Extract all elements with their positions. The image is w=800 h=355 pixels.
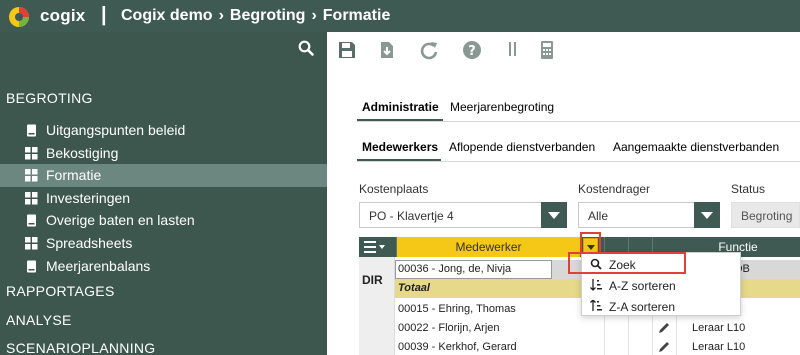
table-row[interactable]: 00039 - Kerkhof, Gerard Leraar L10 xyxy=(395,338,800,355)
breadcrumb-item[interactable]: Begroting xyxy=(230,7,306,25)
top-bar: cogix | Cogix demo › Begroting › Formatie xyxy=(0,0,800,32)
breadcrumb-arrow: › xyxy=(311,7,317,24)
grid-icon xyxy=(25,237,38,250)
sidebar-section-rapportages[interactable]: RAPPORTAGES xyxy=(6,283,115,299)
kostendrager-select[interactable]: Alle xyxy=(578,202,720,228)
sidebar-section-begroting[interactable]: BEGROTING xyxy=(6,90,93,106)
sidebar-item-label: Investeringen xyxy=(46,190,131,206)
breadcrumb-item-current: Formatie xyxy=(322,7,391,24)
title-separator: | xyxy=(101,4,107,26)
book-icon xyxy=(27,124,36,137)
sidebar-item-label: Bekostiging xyxy=(46,145,119,161)
table-row[interactable]: 00022 - Florijn, Arjen Leraar L10 xyxy=(395,319,800,338)
functie-value: Leraar L10 xyxy=(692,322,746,334)
split-icon[interactable] xyxy=(503,40,523,60)
kostenplaats-select[interactable]: PO - Klavertje 4 xyxy=(359,202,567,228)
sidebar-item-bekostiging[interactable]: Bekostiging xyxy=(0,142,327,165)
tab-administratie[interactable]: Administratie xyxy=(362,100,439,114)
tab-divider xyxy=(357,161,800,162)
medewerker-name: 00036 - Jong, de, Nivja xyxy=(398,263,512,275)
refresh-icon[interactable] xyxy=(419,40,439,60)
sidebar-item-formatie[interactable]: Formatie xyxy=(0,164,327,187)
group-label: DIR xyxy=(362,273,383,287)
chevron-down-icon[interactable] xyxy=(541,202,567,228)
menu-item-label: Z-A sorteren xyxy=(609,300,676,314)
sidebar-item-investeringen[interactable]: Investeringen xyxy=(0,187,327,210)
medewerker-name: 00039 - Kerkhof, Gerard xyxy=(398,341,517,353)
help-icon[interactable]: ? xyxy=(462,40,482,60)
status-label: Status xyxy=(731,182,766,196)
sidebar-section-scenarioplanning[interactable]: SCENARIOPLANNING xyxy=(6,340,156,355)
download-icon[interactable] xyxy=(377,40,397,60)
breadcrumb: Cogix demo › Begroting › Formatie xyxy=(121,7,390,25)
medewerker-cell[interactable]: 00036 - Jong, de, Nivja xyxy=(395,260,552,279)
kostendrager-value: Alle xyxy=(588,209,609,223)
sort-desc-icon xyxy=(590,300,602,311)
status-value: Begroting xyxy=(741,209,793,223)
sidebar: BEGROTING Uitgangspunten beleid Bekostig… xyxy=(0,32,327,355)
book-icon xyxy=(27,214,36,227)
group-column: DIR xyxy=(359,257,395,355)
kostendrager-label: Kostendrager xyxy=(578,182,651,196)
pencil-icon[interactable] xyxy=(658,341,670,353)
sidebar-section-analyse[interactable]: ANALYSE xyxy=(6,312,72,328)
tab-meerjarenbegroting[interactable]: Meerjarenbegroting xyxy=(450,100,554,114)
sidebar-item-uitgangspunten[interactable]: Uitgangspunten beleid xyxy=(0,119,327,142)
kostenplaats-value: PO - Klavertje 4 xyxy=(369,209,454,223)
pencil-icon[interactable] xyxy=(658,322,670,334)
menu-item-label: A-Z sorteren xyxy=(609,279,676,293)
app-logo-text: cogix xyxy=(40,6,86,25)
sidebar-item-label: Formatie xyxy=(46,167,102,183)
svg-text:?: ? xyxy=(468,44,476,59)
tab-divider xyxy=(357,121,800,122)
grid-icon xyxy=(25,147,38,160)
calculator-icon[interactable] xyxy=(537,40,557,60)
cogix-logo-icon xyxy=(9,7,29,27)
menu-item-sort-desc[interactable]: Z-A sorteren xyxy=(582,296,740,317)
tab-aflopende-dienstverbanden[interactable]: Aflopende dienstverbanden xyxy=(449,140,595,154)
tab-medewerkers[interactable]: Medewerkers xyxy=(362,140,438,154)
medewerker-name: 00022 - Florijn, Arjen xyxy=(398,322,500,334)
search-icon[interactable] xyxy=(298,40,314,56)
tab-aangemaakte-dienstverbanden[interactable]: Aangemaakte dienstverbanden xyxy=(613,140,779,154)
column-menu-button[interactable] xyxy=(359,237,395,257)
highlight-box xyxy=(568,252,686,274)
breadcrumb-arrow: › xyxy=(218,7,224,24)
save-icon[interactable] xyxy=(337,40,357,60)
menu-icon xyxy=(364,241,385,253)
sidebar-item-spreadsheets[interactable]: Spreadsheets xyxy=(0,232,327,255)
sidebar-item-label: Overige baten en lasten xyxy=(46,212,195,228)
chevron-down-icon[interactable] xyxy=(694,202,720,228)
kostenplaats-label: Kostenplaats xyxy=(359,182,429,196)
grid-icon xyxy=(25,169,38,182)
book-icon xyxy=(27,260,36,273)
secondary-tabs: Medewerkers Aflopende dienstverbanden Aa… xyxy=(357,140,800,160)
medewerker-name: 00015 - Ehring, Thomas xyxy=(398,303,516,315)
sidebar-item-label: Spreadsheets xyxy=(46,235,133,251)
menu-item-sort-asc[interactable]: A-Z sorteren xyxy=(582,275,740,296)
sidebar-item-label: Uitgangspunten beleid xyxy=(46,122,186,138)
toolbar: ? xyxy=(327,32,800,68)
breadcrumb-item[interactable]: Cogix demo xyxy=(121,7,213,25)
total-label: Totaal xyxy=(398,282,430,294)
column-header-medewerker[interactable]: Medewerker xyxy=(396,237,580,257)
grid-icon xyxy=(25,192,38,205)
sidebar-item-overige-baten[interactable]: Overige baten en lasten xyxy=(0,209,327,232)
primary-tabs: Administratie Meerjarenbegroting xyxy=(357,100,800,120)
sort-asc-icon xyxy=(590,279,602,291)
status-select: Begroting xyxy=(731,202,800,228)
functie-value: Leraar L10 xyxy=(692,341,746,353)
sidebar-item-meerjarenbalans[interactable]: Meerjarenbalans xyxy=(0,255,327,278)
sidebar-item-label: Meerjarenbalans xyxy=(46,258,151,274)
